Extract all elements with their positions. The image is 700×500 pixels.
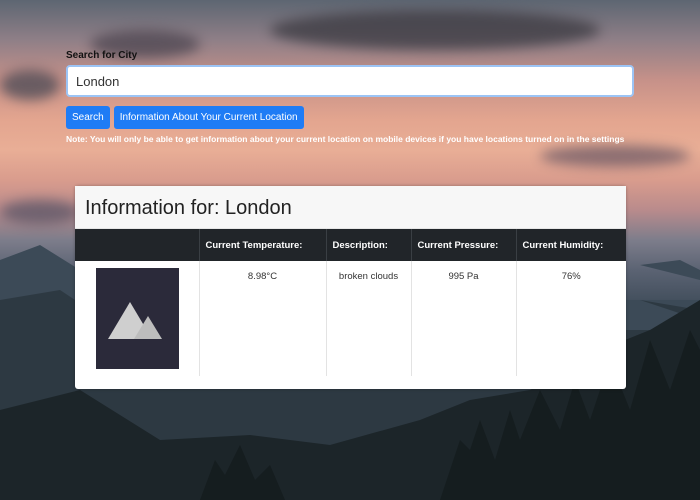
- button-row: Search Information About Your Current Lo…: [66, 106, 636, 129]
- table-header-row: Current Temperature: Description: Curren…: [75, 229, 626, 261]
- temperature-value: 8.98°C: [198, 261, 326, 376]
- background-cloud: [270, 10, 600, 50]
- weather-title: Information for: London: [75, 186, 626, 229]
- background-cloud: [0, 200, 80, 224]
- search-button[interactable]: Search: [66, 106, 110, 129]
- weather-card: Information for: London Current Temperat…: [75, 186, 626, 389]
- description-value: broken clouds: [325, 261, 411, 376]
- image-placeholder-icon: [96, 268, 179, 369]
- background-cloud: [0, 70, 60, 100]
- location-note: Note: You will only be able to get infor…: [66, 134, 625, 144]
- column-header-temperature: Current Temperature:: [198, 229, 326, 261]
- city-search-input[interactable]: [66, 65, 634, 97]
- column-header-humidity: Current Humidity:: [515, 229, 626, 261]
- weather-image-cell: [75, 261, 199, 376]
- weather-table: Current Temperature: Description: Curren…: [75, 229, 626, 376]
- pressure-value: 995 Pa: [410, 261, 516, 376]
- mountain-icon: [107, 301, 162, 339]
- column-header-pressure: Current Pressure:: [410, 229, 516, 261]
- table-row: 8.98°C broken clouds 995 Pa 76%: [75, 261, 626, 376]
- search-section: Search for City Search Information About…: [66, 50, 636, 144]
- current-location-button[interactable]: Information About Your Current Location: [113, 106, 304, 129]
- background-cloud: [540, 145, 690, 167]
- search-label: Search for City: [66, 50, 138, 61]
- column-header-description: Description:: [325, 229, 411, 261]
- humidity-value: 76%: [515, 261, 626, 376]
- column-header-image: [75, 229, 199, 261]
